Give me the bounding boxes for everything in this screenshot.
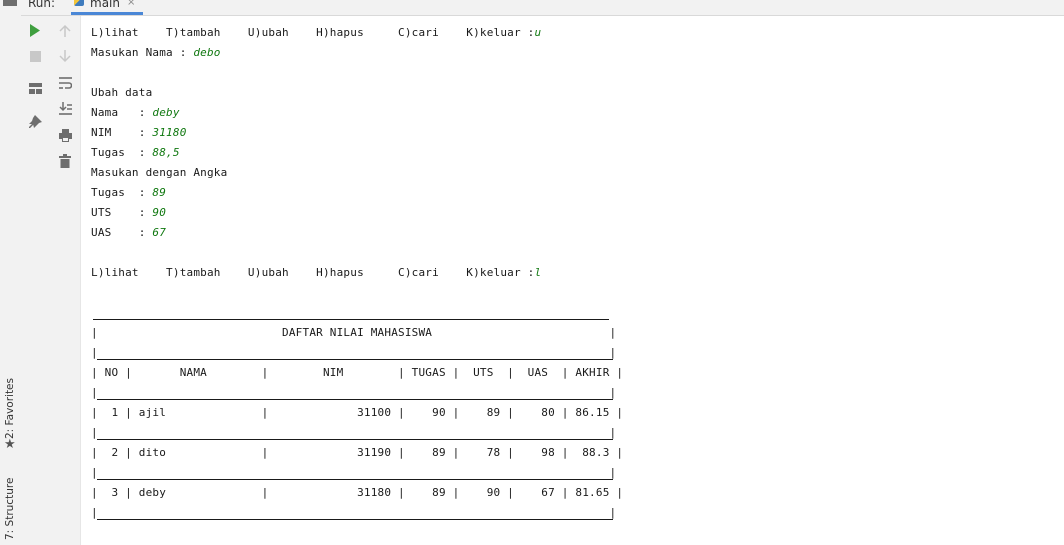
tool-strip-top-marker <box>3 0 17 6</box>
console-line: L)lihat T)tambah U)ubah H)hapus C)cari K… <box>91 263 623 283</box>
console-line: Nama : deby <box>91 103 623 123</box>
console-user-input: l <box>534 266 542 279</box>
close-tab-icon[interactable]: × <box>127 0 135 8</box>
stop-icon[interactable] <box>27 48 43 64</box>
console-line-text: Tugas : <box>91 186 153 199</box>
console-user-input: debo <box>193 46 221 59</box>
python-file-icon <box>74 0 84 6</box>
console-line: UAS : 67 <box>91 223 623 243</box>
console-line-text: Masukan Nama : <box>91 46 194 59</box>
console-line: Masukan Nama : debo <box>91 43 623 63</box>
console-line-text: | | <box>91 346 617 359</box>
table-rule <box>97 479 613 480</box>
layout-icon[interactable] <box>27 80 43 96</box>
console-line: | 2 | dito | 31190 | 89 | 78 | 98 | 88.3… <box>91 443 623 463</box>
print-icon[interactable] <box>57 127 73 143</box>
scroll-to-end-icon[interactable] <box>57 100 73 116</box>
console-line-text: UTS : <box>91 206 153 219</box>
console-line-text: | 1 | ajil | 31100 | 90 | 89 | 80 | 86.1… <box>91 406 624 419</box>
table-rule <box>93 319 609 320</box>
run-label: Run: <box>28 0 56 10</box>
console-user-input: 67 <box>152 226 167 239</box>
play-icon[interactable] <box>27 22 43 38</box>
table-rule <box>97 439 613 440</box>
console-line-text: Ubah data <box>91 86 153 99</box>
console-line: | | <box>91 503 623 523</box>
arrow-up-icon[interactable] <box>57 22 73 38</box>
table-rule <box>97 399 613 400</box>
console-line-text: NIM : <box>91 126 153 139</box>
favorites-side-tab[interactable]: 2: Favorites <box>2 375 19 439</box>
soft-wrap-icon[interactable] <box>57 75 73 91</box>
console-line-text: UAS : <box>91 226 153 239</box>
console-line-text: | 3 | deby | 31180 | 89 | 90 | 67 | 81.6… <box>91 486 624 499</box>
pin-icon[interactable] <box>27 113 43 129</box>
console-user-input: 31180 <box>152 126 187 139</box>
console-user-input: 88,5 <box>152 146 180 159</box>
console-line: | DAFTAR NILAI MAHASISWA | <box>91 323 623 343</box>
run-controls-gutter <box>21 16 51 545</box>
console-line-text: | | <box>91 466 617 479</box>
arrow-down-icon[interactable] <box>57 48 73 64</box>
console-line-text: Nama : <box>91 106 153 119</box>
console-line-text: | | <box>91 426 617 439</box>
console-line: | 1 | ajil | 31100 | 90 | 89 | 80 | 86.1… <box>91 403 623 423</box>
console-line-text: | | <box>91 506 617 519</box>
console-line-text: | DAFTAR NILAI MAHASISWA | <box>91 326 617 339</box>
console-line: UTS : 90 <box>91 203 623 223</box>
console-line: Masukan dengan Angka <box>91 163 623 183</box>
console-line-text: | | <box>91 386 617 399</box>
console-user-input: deby <box>152 106 180 119</box>
console-line-text: Masukan dengan Angka <box>91 166 228 179</box>
console-actions-gutter <box>50 16 81 545</box>
tab-main[interactable]: main × <box>71 0 143 15</box>
console-line: L)lihat T)tambah U)ubah H)hapus C)cari K… <box>91 23 623 43</box>
table-rule <box>97 359 613 360</box>
console-line-text: | NO | NAMA | NIM | TUGAS | UTS | UAS | … <box>91 366 624 379</box>
console-line-text: L)lihat T)tambah U)ubah H)hapus C)cari K… <box>91 266 535 279</box>
console-user-input: 89 <box>152 186 167 199</box>
console-line: Tugas : 89 <box>91 183 623 203</box>
console-line: | | <box>91 343 623 363</box>
tab-main-label: main <box>90 0 120 10</box>
console-lines: L)lihat T)tambah U)ubah H)hapus C)cari K… <box>91 23 623 523</box>
table-rule <box>97 519 613 520</box>
left-tool-strip: 2: Favorites ★ 7: Structure <box>0 0 22 545</box>
console-line-text: Tugas : <box>91 146 153 159</box>
run-tool-window-header: Run: main × <box>21 0 1064 16</box>
console-output[interactable]: L)lihat T)tambah U)ubah H)hapus C)cari K… <box>81 16 1064 545</box>
console-user-input: 90 <box>152 206 167 219</box>
console-line: NIM : 31180 <box>91 123 623 143</box>
console-line: | 3 | deby | 31180 | 89 | 90 | 67 | 81.6… <box>91 483 623 503</box>
structure-side-tab[interactable]: 7: Structure <box>2 478 19 540</box>
star-icon[interactable]: ★ <box>4 438 16 452</box>
console-user-input: u <box>534 26 542 39</box>
console-line: | | <box>91 463 623 483</box>
console-line: | NO | NAMA | NIM | TUGAS | UTS | UAS | … <box>91 363 623 383</box>
console-line: | | <box>91 383 623 403</box>
console-line: Ubah data <box>91 83 623 103</box>
console-line-text: L)lihat T)tambah U)ubah H)hapus C)cari K… <box>91 26 535 39</box>
console-line: | | <box>91 423 623 443</box>
console-line-text: | 2 | dito | 31190 | 89 | 78 | 98 | 88.3… <box>91 446 624 459</box>
trash-icon[interactable] <box>57 153 73 169</box>
console-line: Tugas : 88,5 <box>91 143 623 163</box>
